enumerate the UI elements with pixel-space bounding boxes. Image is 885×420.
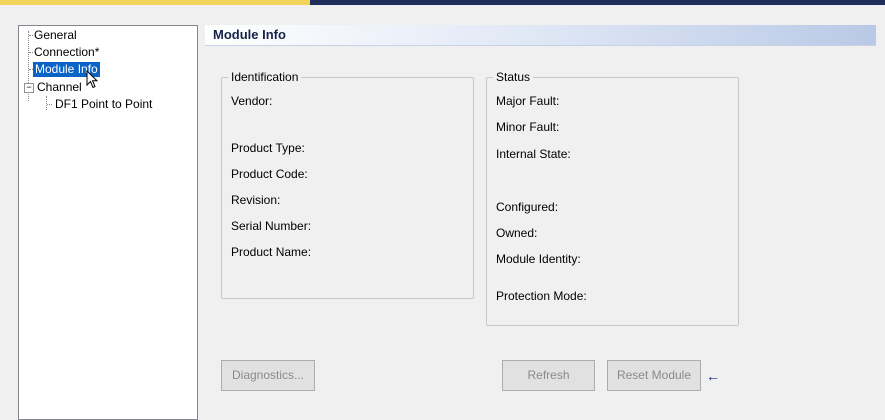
tree-dots bbox=[29, 52, 33, 53]
owned-label: Owned: bbox=[496, 226, 538, 240]
tree-item-label: General bbox=[34, 28, 77, 42]
identification-group: Identification Vendor: Product Type: Pro… bbox=[221, 70, 474, 299]
product-name-label: Product Name: bbox=[231, 245, 312, 259]
tree-item-label: Channel bbox=[37, 80, 82, 94]
identification-legend: Identification bbox=[228, 70, 302, 84]
internal-state-label: Internal State: bbox=[496, 147, 571, 161]
module-identity-label: Module Identity: bbox=[496, 252, 581, 266]
vendor-label: Vendor: bbox=[231, 94, 273, 108]
top-title-bar bbox=[310, 0, 885, 5]
left-arrow-icon: ← bbox=[706, 368, 720, 384]
tree-dots bbox=[47, 104, 52, 105]
status-legend: Status bbox=[493, 70, 534, 84]
protection-mode-label: Protection Mode: bbox=[496, 289, 587, 303]
product-type-label: Product Type: bbox=[231, 141, 305, 155]
minor-fault-label: Minor Fault: bbox=[496, 120, 560, 134]
section-header: Module Info bbox=[205, 25, 876, 46]
tree-connector-line bbox=[46, 96, 47, 110]
page-title: Module Info bbox=[213, 27, 286, 42]
refresh-button[interactable]: Refresh bbox=[502, 360, 595, 391]
category-tree: General Connection* Module Info − Channe… bbox=[18, 25, 198, 420]
reset-module-button[interactable]: Reset Module bbox=[607, 360, 701, 391]
diagnostics-button[interactable]: Diagnostics... bbox=[221, 360, 315, 391]
status-group: Status Major Fault: Minor Fault: Interna… bbox=[486, 70, 739, 326]
mouse-pointer-icon bbox=[86, 70, 99, 89]
serial-number-label: Serial Number: bbox=[231, 219, 312, 233]
major-fault-label: Major Fault: bbox=[496, 94, 560, 108]
top-accent-bar bbox=[0, 0, 310, 5]
collapse-icon[interactable]: − bbox=[24, 83, 34, 93]
configured-label: Configured: bbox=[496, 200, 559, 214]
tree-dots bbox=[29, 35, 33, 36]
product-code-label: Product Code: bbox=[231, 167, 308, 181]
tree-item-label: DF1 Point to Point bbox=[55, 97, 153, 111]
tree-item-label: Connection* bbox=[34, 45, 100, 59]
revision-label: Revision: bbox=[231, 193, 281, 207]
